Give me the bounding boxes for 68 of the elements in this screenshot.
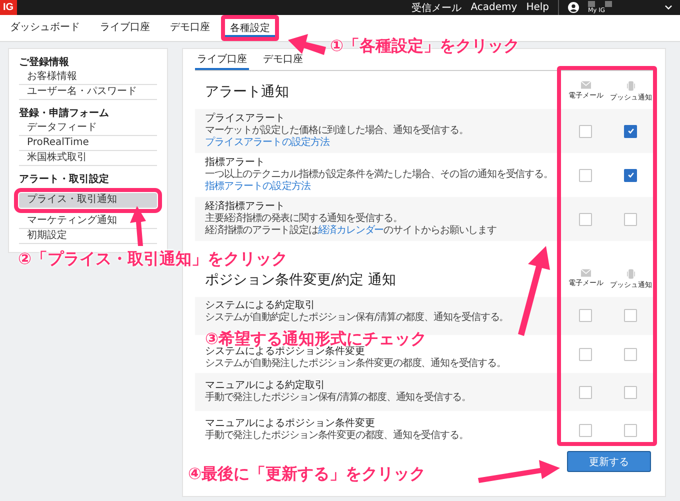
arrow (130, 206, 146, 246)
email-checkbox[interactable] (579, 309, 592, 322)
phone-icon (626, 81, 634, 91)
callout-text: ①「各種設定」をクリック (330, 37, 520, 55)
sidebar-heading: アラート・取引設定 (19, 174, 110, 186)
help-link[interactable]: プライスアラートの設定方法 (205, 137, 330, 149)
alert-note: 経済指標のアラート設定は経済カレンダーのサイトからお願いします (205, 225, 496, 237)
update-button[interactable]: 更新する (567, 451, 651, 472)
callout-text: ④最後に「更新する」をクリック (188, 465, 426, 483)
alert-title: マニュアルによる約定取引 (205, 380, 325, 392)
alert-description: システムが自動約定したポジション保有/清算の都度、通知を受信する。 (205, 312, 509, 324)
alert-title: システムによる約定取引 (205, 300, 315, 312)
email-checkbox[interactable] (579, 168, 592, 182)
email-checkbox[interactable] (579, 424, 592, 436)
mail-icon (580, 81, 590, 89)
nav-tab[interactable]: デモ口座 (170, 15, 210, 41)
sidebar-item[interactable]: ユーザー名・パスワード (19, 85, 157, 100)
phone-icon (626, 269, 634, 279)
account-tab[interactable]: ライブ口座 (195, 52, 249, 70)
checkmark-icon (626, 127, 634, 135)
arrow (288, 34, 326, 55)
calendar-link[interactable]: 経済カレンダー (318, 225, 384, 236)
push-checkbox[interactable] (624, 212, 637, 226)
alert-title: システムによるポジション条件変更 (205, 346, 365, 358)
redacted-block (588, 1, 595, 7)
checkmark-icon (626, 171, 634, 179)
logo[interactable]: IG (0, 0, 17, 15)
push-checkbox[interactable] (624, 168, 637, 182)
section-title: アラート通知 (205, 84, 289, 100)
alert-description: マーケットが設定した価格に到達した場合、通知を受信する。 (205, 125, 468, 136)
alert-title: 経済指標アラート (205, 201, 285, 212)
mail-icon (580, 269, 590, 277)
email-checkbox[interactable] (579, 124, 592, 138)
nav-tab[interactable]: ライブ口座 (100, 15, 150, 41)
user-icon[interactable] (568, 2, 579, 13)
email-checkbox[interactable] (579, 348, 592, 361)
email-checkbox[interactable] (579, 212, 592, 226)
redacted-block (605, 1, 612, 7)
nav-tab[interactable]: ダッシュボード (10, 15, 80, 41)
alert-description: 一つ以上のテクニカル指標が設定条件を満たした場合、その旨の通知を受信する。 (205, 169, 553, 180)
account-tab[interactable]: デモ口座 (261, 52, 305, 70)
push-checkbox[interactable] (624, 124, 637, 138)
nav-tab[interactable]: 各種設定 (221, 15, 279, 41)
sidebar-item[interactable]: お客様情報 (19, 70, 157, 85)
callout-text: ②「プライス・取引通知」をクリック (18, 250, 288, 268)
push-checkbox[interactable] (624, 348, 637, 361)
alert-description: 手動で発注したポジション保有/清算の都度、通知を受信する。 (205, 392, 471, 404)
sidebar-item[interactable]: ProRealTime (19, 136, 157, 151)
alert-title: マニュアルによるポジション条件変更 (205, 418, 375, 430)
push-checkbox[interactable] (624, 386, 637, 398)
alert-title: 指標アラート (205, 157, 265, 168)
sidebar-heading: 登録・申請フォーム (19, 108, 110, 120)
alert-title: プライスアラート (205, 113, 285, 124)
email-checkbox[interactable] (579, 386, 592, 398)
header-link[interactable]: Help (526, 2, 549, 13)
header-link[interactable]: 受信メール (412, 0, 462, 14)
alert-description: 手動で発注したポジション条件変更の都度、通知を受信する。 (205, 430, 468, 442)
alert-description: 主要経済指標の発表に関する通知を受信する。 (205, 213, 402, 224)
push-checkbox[interactable] (624, 309, 637, 322)
help-link[interactable]: 指標アラートの設定方法 (205, 181, 311, 193)
sidebar-item[interactable]: データフィード (19, 121, 157, 136)
caret-icon[interactable] (665, 5, 672, 10)
push-checkbox[interactable] (624, 424, 637, 436)
alert-description: システムが自動発注したポジション条件変更の都度、通知を受信する。 (205, 358, 506, 370)
section-title: ポジション条件変更/約定 通知 (205, 272, 396, 288)
header-link[interactable]: Academy (470, 2, 518, 13)
sidebar-heading: ご登録情報 (19, 57, 70, 69)
sidebar-item[interactable]: 米国株式取引 (19, 151, 157, 166)
